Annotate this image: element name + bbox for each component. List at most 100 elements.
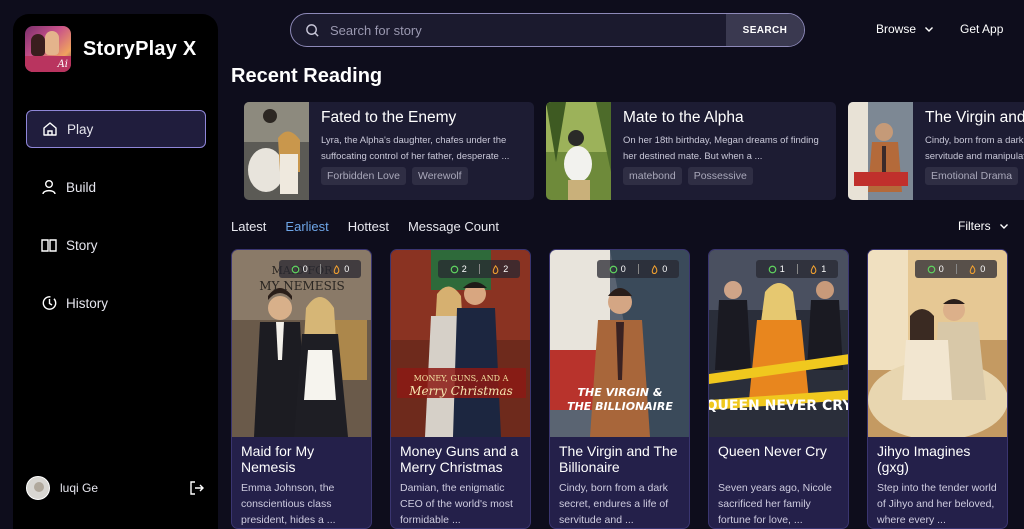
story-card-description: Seven years ago, Nicole sacrificed her f… (718, 482, 832, 526)
story-card-title: The Virgin and The Billionaire (559, 443, 678, 475)
story-cover-image: THE VIRGIN & THE BILLIONAIRE (550, 250, 689, 437)
story-card-title: Queen Never Cry (718, 443, 827, 459)
sort-tab-message-count[interactable]: Message Count (408, 219, 499, 234)
tag-list: matebond Possessive (623, 167, 759, 185)
cover-title-text: MONEY, GUNS, AND A (414, 374, 509, 383)
story-cover-image: MAID FOR MY NEMESIS (232, 250, 371, 437)
like-count: 2 (503, 264, 509, 274)
chat-icon (768, 265, 777, 273)
story-cover-image (244, 102, 309, 200)
story-stats: 2 2 (438, 260, 520, 278)
story-stats: 0 0 (597, 260, 679, 278)
sidebar-item-play[interactable]: Play (26, 110, 206, 148)
story-card[interactable]: THE VIRGIN & THE BILLIONAIRE 0 0 The Vir… (549, 249, 690, 529)
logo-text: Ai (57, 59, 68, 70)
browse-label: Browse (876, 22, 917, 36)
sort-tab-latest[interactable]: Latest (231, 219, 266, 234)
cover-title-text: THE VIRGIN & (578, 386, 663, 399)
browse-menu[interactable]: Browse (876, 22, 934, 36)
user-name: luqi Ge (60, 481, 99, 495)
story-cover-image: QUEEN NEVER CRY (709, 250, 849, 437)
story-card-description: Cindy, born from a dark secret, endures … (559, 482, 669, 526)
logout-icon[interactable] (188, 479, 206, 497)
tag[interactable]: matebond (623, 167, 682, 185)
book-icon (41, 239, 57, 252)
recent-card-title: Fated to the Enemy (321, 109, 457, 126)
get-app-link[interactable]: Get App (960, 22, 1003, 36)
cover-title-text: Merry Christmas (408, 384, 513, 398)
chat-count: 2 (461, 264, 467, 274)
recent-card[interactable]: Mate to the Alpha On her 18th birthday, … (546, 102, 836, 200)
like-count: 0 (980, 264, 986, 274)
cover-title-text: QUEEN NEVER CRY (709, 398, 849, 414)
chat-count: 1 (779, 264, 785, 274)
tag[interactable]: Werewolf (411, 167, 468, 185)
like-count: 0 (662, 264, 668, 274)
like-count: 1 (821, 264, 827, 274)
sidebar-nav: Play Build Story History (26, 110, 206, 342)
chat-icon (927, 265, 936, 273)
story-card-title: Maid for My Nemesis (241, 443, 315, 475)
recent-card-description: On her 18th birthday, Megan dreams of fi… (623, 135, 819, 162)
story-card[interactable]: MONEY, GUNS, AND A Merry Christmas 2 2 M… (390, 249, 531, 529)
sort-tab-hottest[interactable]: Hottest (348, 219, 389, 234)
cover-title-text: THE BILLIONAIRE (567, 400, 673, 413)
chat-count: 0 (938, 264, 944, 274)
cover-title-text: MY NEMESIS (259, 279, 345, 293)
story-card[interactable]: 0 0 Jihyo Imagines (gxg) Step into the t… (867, 249, 1008, 529)
story-stats: 0 0 (915, 260, 997, 278)
tag[interactable]: Forbidden Love (321, 167, 406, 185)
brand[interactable]: Ai StoryPlay X (25, 26, 196, 72)
recent-card-title: Mate to the Alpha (623, 109, 744, 126)
filters-label: Filters (958, 219, 991, 233)
sidebar-item-label: Build (66, 179, 97, 195)
search-icon (306, 23, 319, 37)
filters-dropdown[interactable]: Filters (958, 219, 1009, 233)
sort-tabs: Latest Earliest Hottest Message Count (231, 219, 518, 234)
recent-card[interactable]: The Virgin and the Billionaire Cindy, bo… (848, 102, 1024, 200)
app-logo: Ai (25, 26, 71, 72)
sort-tab-earliest[interactable]: Earliest (285, 219, 328, 234)
story-card-description: Emma Johnson, the conscientious class pr… (241, 482, 336, 526)
story-cover-image (848, 102, 913, 200)
chat-icon (450, 265, 459, 273)
avatar[interactable] (26, 476, 50, 500)
recent-card[interactable]: Fated to the Enemy Lyra, the Alpha's dau… (244, 102, 534, 200)
tag[interactable]: Emotional Drama (925, 167, 1019, 185)
story-stats: 0 0 (279, 260, 361, 278)
sidebar-item-build[interactable]: Build (26, 168, 206, 206)
story-cover-image: MONEY, GUNS, AND A Merry Christmas (391, 250, 530, 437)
sidebar-item-label: History (66, 295, 109, 311)
sidebar-item-story[interactable]: Story (26, 226, 206, 264)
chat-icon (291, 265, 300, 273)
story-card-title: Money Guns and a Merry Christmas (400, 443, 519, 475)
recent-card-description: Cindy, born from a dark secret, endures … (925, 135, 1024, 162)
recent-reading-title: Recent Reading (231, 65, 383, 87)
app-name: StoryPlay X (83, 37, 197, 60)
sidebar-item-label: Story (66, 237, 98, 253)
user-profile[interactable]: luqi Ge (26, 476, 206, 500)
story-stats: 1 1 (756, 260, 838, 278)
search-input[interactable] (330, 22, 726, 38)
recent-card-description: Lyra, the Alpha's daughter, chafes under… (321, 135, 510, 162)
story-card[interactable]: QUEEN NEVER CRY 1 1 Queen Never Cry Seve… (708, 249, 849, 529)
recent-card-title: The Virgin and the Billionaire (925, 109, 1024, 126)
flame-icon (492, 264, 499, 274)
tag-list: Forbidden Love Werewolf (321, 167, 474, 185)
story-card-title: Jihyo Imagines (gxg) (877, 443, 971, 475)
story-cover-image (868, 250, 1007, 437)
tag[interactable]: Possessive (687, 167, 753, 185)
person-icon (42, 180, 56, 195)
chat-icon (609, 265, 618, 273)
recent-reading-list: Fated to the Enemy Lyra, the Alpha's dau… (244, 102, 1024, 200)
search-bar: SEARCH (290, 13, 805, 47)
story-card-description: Damian, the enigmatic CEO of the world's… (400, 482, 513, 526)
history-icon (42, 296, 57, 310)
story-card-description: Step into the tender world of Jihyo and … (877, 482, 997, 526)
story-card[interactable]: MAID FOR MY NEMESIS 0 0 Maid for My Neme… (231, 249, 372, 529)
sidebar: Ai StoryPlay X Play Build Story History … (13, 14, 218, 529)
chevron-down-icon (999, 224, 1008, 229)
sidebar-item-history[interactable]: History (26, 284, 206, 322)
home-icon (43, 122, 57, 136)
search-button[interactable]: SEARCH (726, 14, 804, 46)
